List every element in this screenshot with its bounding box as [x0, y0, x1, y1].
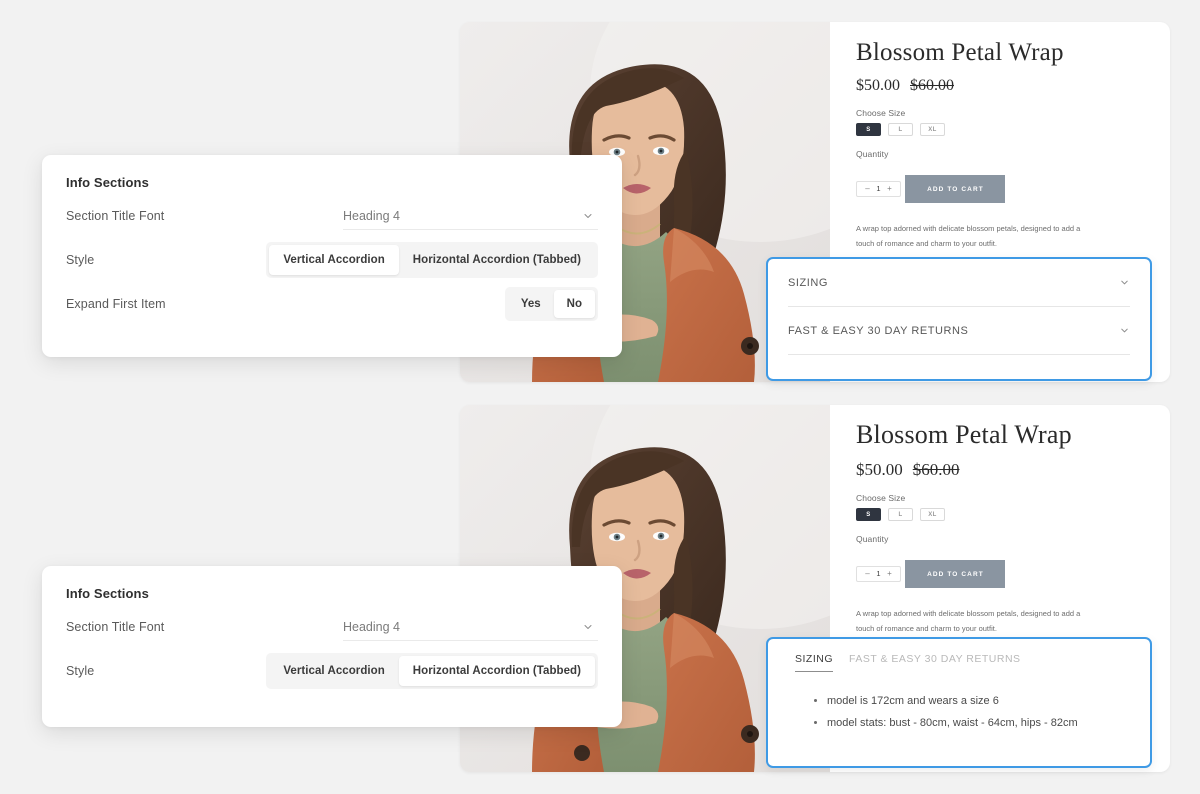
quantity-decrement-button[interactable]: – [862, 569, 873, 578]
quantity-increment-button[interactable]: + [884, 184, 895, 193]
quantity-value: 1 [876, 183, 881, 193]
choose-size-label: Choose Size [856, 108, 906, 118]
list-item: model is 172cm and wears a size 6 [827, 690, 1128, 712]
style-option-vertical-accordion[interactable]: Vertical Accordion [269, 245, 399, 275]
chevron-down-icon [1119, 325, 1130, 336]
setting-row-section-title-font: Section Title Font Heading 4 [66, 605, 598, 649]
quantity-label: Quantity [856, 149, 889, 159]
setting-row-style: Style Vertical Accordion Horizontal Acco… [66, 649, 598, 693]
size-option-xl[interactable]: XL [920, 508, 945, 521]
chevron-down-icon [582, 210, 594, 222]
add-to-cart-button[interactable]: ADD TO CART [905, 560, 1006, 588]
product-title: Blossom Petal Wrap [856, 420, 1072, 449]
settings-panel-vertical: Info Sections Section Title Font Heading… [42, 155, 622, 357]
style-option-horizontal-accordion[interactable]: Horizontal Accordion (Tabbed) [398, 656, 595, 686]
add-to-cart-button[interactable]: ADD TO CART [905, 175, 1006, 203]
select-value: Heading 4 [343, 208, 400, 223]
chevron-down-icon [1119, 277, 1130, 288]
size-swatches: S L XL [856, 123, 1148, 136]
quantity-stepper[interactable]: – 1 + [856, 180, 901, 197]
select-value: Heading 4 [343, 619, 400, 634]
panel-title: Info Sections [66, 586, 149, 601]
size-option-l[interactable]: L [888, 123, 913, 136]
size-option-l[interactable]: L [888, 508, 913, 521]
quantity-value: 1 [876, 568, 881, 578]
quantity-decrement-button[interactable]: – [862, 184, 873, 193]
quantity-increment-button[interactable]: + [884, 569, 895, 578]
expand-first-item-no[interactable]: No [553, 290, 595, 318]
setting-row-section-title-font: Section Title Font Heading 4 [66, 194, 598, 238]
accordion-item-returns[interactable]: FAST & EASY 30 DAY RETURNS [788, 307, 1130, 355]
setting-label: Expand First Item [66, 297, 166, 311]
setting-row-style: Style Vertical Accordion Horizontal Acco… [66, 238, 598, 282]
product-compare-price: $60.00 [912, 460, 960, 479]
choose-size-label: Choose Size [856, 493, 906, 503]
accordion-tabs: SIZING FAST & EASY 30 DAY RETURNS [795, 653, 1128, 672]
expand-first-item-yes[interactable]: Yes [508, 290, 554, 318]
style-segmented-control: Vertical Accordion Horizontal Accordion … [266, 242, 598, 278]
quantity-stepper[interactable]: – 1 + [856, 565, 901, 582]
settings-panel-tabbed: Info Sections Section Title Font Heading… [42, 566, 622, 727]
product-title: Blossom Petal Wrap [856, 39, 1064, 66]
price-row: $50.00 $60.00 [856, 460, 1148, 480]
setting-label: Style [66, 253, 95, 267]
accordion-item-sizing[interactable]: SIZING [788, 259, 1130, 307]
tab-returns[interactable]: FAST & EASY 30 DAY RETURNS [849, 653, 1021, 672]
tabbed-accordion-panel: SIZING FAST & EASY 30 DAY RETURNS model … [766, 637, 1152, 768]
price-row: $50.00 $60.00 [856, 77, 1148, 95]
product-price: $50.00 [856, 77, 900, 94]
setting-label: Section Title Font [66, 209, 165, 223]
quantity-label: Quantity [856, 534, 889, 544]
tab-panel-content: model is 172cm and wears a size 6 model … [795, 690, 1128, 734]
page-canvas: Blossom Petal Wrap $50.00 $60.00 Choose … [0, 0, 1200, 794]
panel-title: Info Sections [66, 175, 149, 190]
accordion-item-label: SIZING [788, 276, 828, 289]
setting-row-expand-first-item: Expand First Item Yes No [66, 282, 598, 326]
section-title-font-select[interactable]: Heading 4 [343, 614, 598, 641]
product-price: $50.00 [856, 460, 903, 479]
product-description: A wrap top adorned with delicate blossom… [856, 224, 1081, 248]
style-option-horizontal-accordion[interactable]: Horizontal Accordion (Tabbed) [399, 245, 595, 275]
accordion-item-label: FAST & EASY 30 DAY RETURNS [788, 324, 969, 337]
product-compare-price: $60.00 [910, 77, 954, 94]
list-item: model stats: bust - 80cm, waist - 64cm, … [827, 712, 1128, 734]
setting-label: Style [66, 664, 95, 678]
setting-label: Section Title Font [66, 620, 165, 634]
size-option-s[interactable]: S [856, 123, 881, 136]
size-option-s[interactable]: S [856, 508, 881, 521]
style-segmented-control: Vertical Accordion Horizontal Accordion … [266, 653, 598, 689]
style-option-vertical-accordion[interactable]: Vertical Accordion [269, 656, 398, 686]
vertical-accordion-panel: SIZING FAST & EASY 30 DAY RETURNS [766, 257, 1152, 381]
expand-first-item-toggle: Yes No [504, 287, 598, 321]
tab-sizing[interactable]: SIZING [795, 653, 834, 672]
size-swatches: S L XL [856, 508, 1148, 521]
product-description: A wrap top adorned with delicate blossom… [856, 609, 1081, 633]
size-option-xl[interactable]: XL [920, 123, 945, 136]
chevron-down-icon [582, 621, 594, 633]
section-title-font-select[interactable]: Heading 4 [343, 203, 598, 230]
